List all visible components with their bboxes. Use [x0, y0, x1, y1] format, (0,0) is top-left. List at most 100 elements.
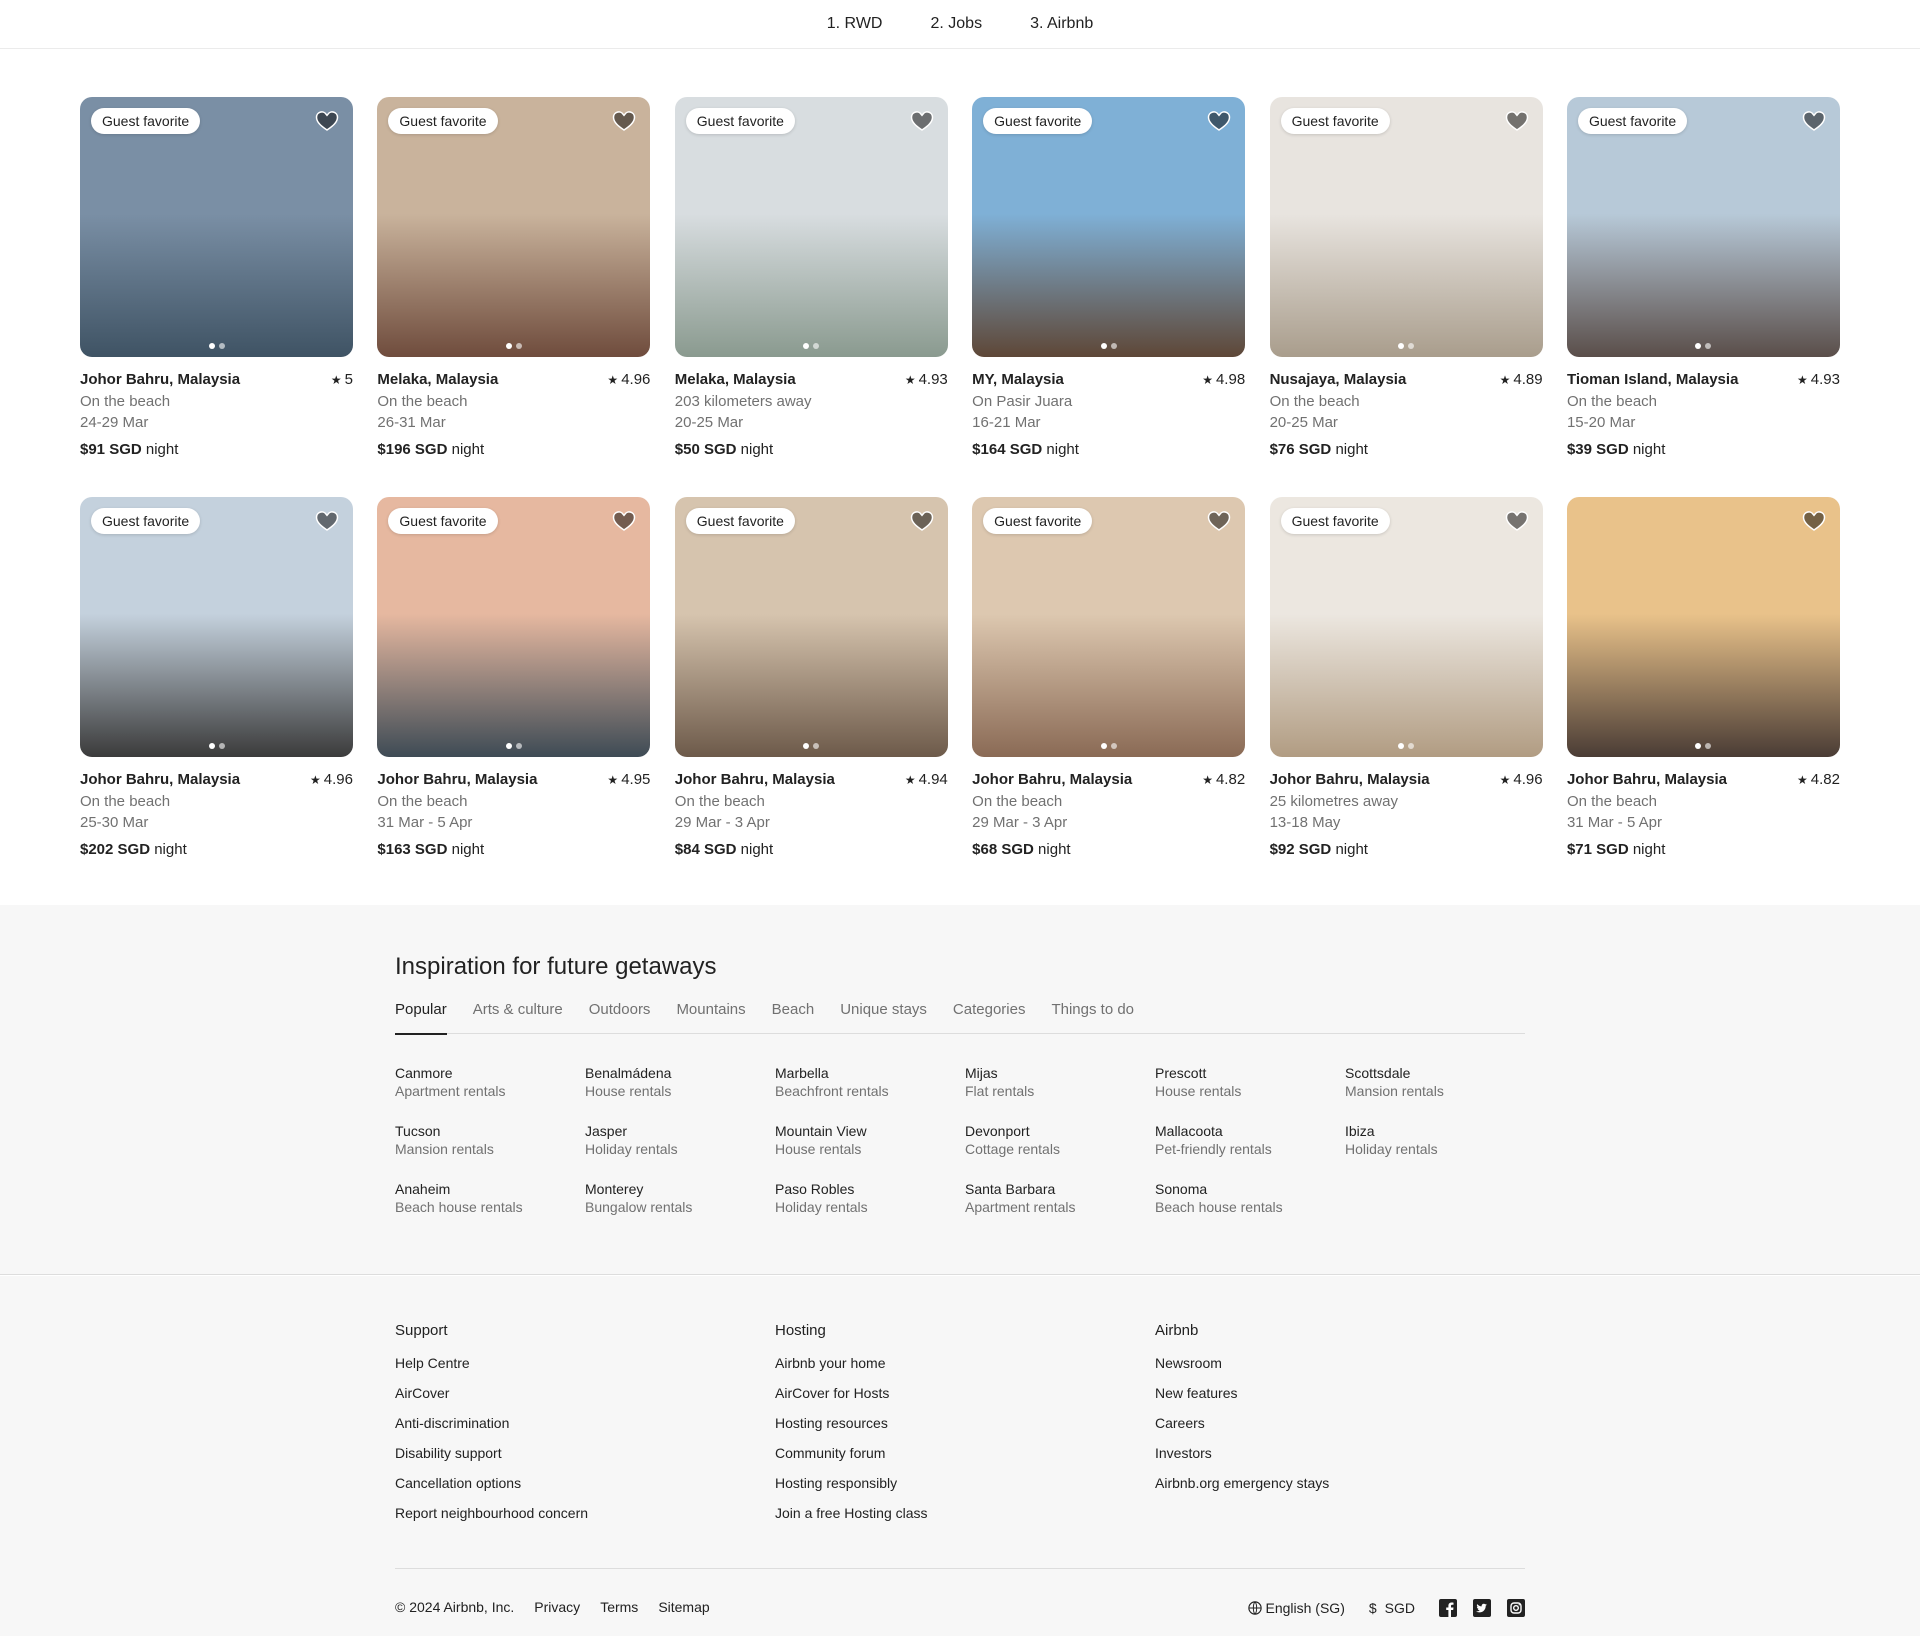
listing-card[interactable]: Guest favorite Melaka, Malaysia ★ 4.93 20…: [674, 97, 948, 497]
nav-link-airbnb[interactable]: 3. Airbnb: [1030, 15, 1093, 33]
destination-link[interactable]: Scottsdale Mansion rentals: [1345, 1064, 1535, 1100]
destination-link[interactable]: Canmore Apartment rentals: [395, 1064, 585, 1100]
facebook-icon[interactable]: [1439, 1599, 1457, 1617]
listing-card[interactable]: Guest favorite Nusajaya, Malaysia ★ 4.89 …: [1269, 97, 1543, 497]
listing-card[interactable]: Guest favorite Johor Bahru, Malaysia ★ 4.…: [80, 497, 353, 897]
heart-icon[interactable]: [315, 109, 339, 133]
sitemap-link[interactable]: Sitemap: [658, 1599, 709, 1617]
listing-photo[interactable]: Guest favorite: [377, 97, 651, 357]
heart-icon[interactable]: [1505, 509, 1529, 533]
tab-mountains[interactable]: Mountains: [676, 1001, 745, 1033]
heart-icon[interactable]: [612, 109, 636, 133]
heart-icon[interactable]: [910, 109, 934, 133]
destination-link[interactable]: Tucson Mansion rentals: [395, 1122, 585, 1158]
footer-link[interactable]: Community forum: [775, 1438, 1155, 1468]
star-icon: ★: [1202, 773, 1213, 787]
footer-link[interactable]: Disability support: [395, 1438, 775, 1468]
destination-link[interactable]: Devonport Cottage rentals: [965, 1122, 1155, 1158]
heart-icon[interactable]: [1505, 109, 1529, 133]
listing-card[interactable]: Guest favorite Johor Bahru, Malaysia ★ 4.…: [972, 497, 1246, 897]
inspiration-tabs: Popular Arts & culture Outdoors Mountains Be…: [395, 1001, 1525, 1035]
footer-link[interactable]: AirCover for Hosts: [775, 1378, 1155, 1408]
destination-link[interactable]: Prescott House rentals: [1155, 1064, 1345, 1100]
heart-icon[interactable]: [1802, 509, 1826, 533]
currency-selector[interactable]: $ SGD: [1369, 1600, 1415, 1616]
listing-photo[interactable]: Guest favorite: [972, 97, 1246, 357]
destination-link[interactable]: Marbella Beachfront rentals: [775, 1064, 965, 1100]
listing-photo[interactable]: Guest favorite: [1269, 497, 1543, 757]
pager-dot: [1100, 343, 1107, 349]
footer-link[interactable]: Help Centre: [395, 1348, 775, 1378]
footer-link[interactable]: Investors: [1155, 1438, 1525, 1468]
listing-photo[interactable]: Guest favorite: [377, 497, 651, 757]
footer-link[interactable]: Cancellation options: [395, 1468, 775, 1498]
destination-link[interactable]: Mijas Flat rentals: [965, 1064, 1155, 1100]
listing-card[interactable]: Guest favorite Johor Bahru, Malaysia ★ 5 …: [80, 97, 353, 497]
listing-photo[interactable]: Guest favorite: [972, 497, 1246, 757]
destination-link[interactable]: Santa Barbara Apartment rentals: [965, 1180, 1155, 1216]
destination-link[interactable]: Monterey Bungalow rentals: [585, 1180, 775, 1216]
footer-link[interactable]: Hosting resources: [775, 1408, 1155, 1438]
heart-icon[interactable]: [315, 509, 339, 533]
price-amount: $92 SGD: [1269, 841, 1332, 858]
heart-icon[interactable]: [1207, 509, 1231, 533]
tab-popular[interactable]: Popular: [395, 1001, 447, 1035]
nav-link-jobs[interactable]: 2. Jobs: [930, 15, 982, 33]
heart-icon[interactable]: [612, 509, 636, 533]
listing-photo[interactable]: Guest favorite: [1269, 97, 1543, 357]
heart-icon[interactable]: [910, 509, 934, 533]
listing-card[interactable]: Guest favorite Tioman Island, Malaysia ★…: [1566, 97, 1840, 497]
destination-link[interactable]: Sonoma Beach house rentals: [1155, 1180, 1345, 1216]
listing-dates: 31 Mar - 5 Apr: [1566, 814, 1662, 831]
footer-link[interactable]: New features: [1155, 1378, 1525, 1408]
destination-link[interactable]: Ibiza Holiday rentals: [1345, 1122, 1535, 1158]
listing-photo[interactable]: Guest favorite: [80, 497, 353, 757]
tab-arts-culture[interactable]: Arts & culture: [473, 1001, 563, 1033]
terms-link[interactable]: Terms: [600, 1599, 638, 1617]
destination-link[interactable]: Benalmádena House rentals: [585, 1064, 775, 1100]
destination-link[interactable]: Anaheim Beach house rentals: [395, 1180, 585, 1216]
copyright: © 2024 Airbnb, Inc.: [395, 1599, 515, 1615]
inspiration-title: Inspiration for future getaways: [395, 953, 717, 980]
footer-link[interactable]: AirCover: [395, 1378, 775, 1408]
twitter-icon[interactable]: [1473, 1599, 1491, 1617]
destination-link[interactable]: Mallacoota Pet-friendly rentals: [1155, 1122, 1345, 1158]
listing-dates: 16-21 Mar: [972, 414, 1041, 431]
tab-unique-stays[interactable]: Unique stays: [840, 1001, 927, 1033]
heart-icon[interactable]: [1207, 109, 1231, 133]
listing-card[interactable]: Guest favorite Johor Bahru, Malaysia ★ 4.…: [1269, 497, 1543, 897]
pager-dot: [1705, 343, 1712, 349]
listing-card[interactable]: Guest favorite Johor Bahru, Malaysia ★ 4.…: [377, 497, 651, 897]
destination-link[interactable]: Mountain View House rentals: [775, 1122, 965, 1158]
privacy-link[interactable]: Privacy: [534, 1599, 580, 1617]
listing-photo[interactable]: Guest favorite: [80, 97, 353, 357]
footer-link[interactable]: Airbnb your home: [775, 1348, 1155, 1378]
price-unit: night: [740, 841, 774, 858]
instagram-icon[interactable]: [1507, 1599, 1525, 1617]
listing-card[interactable]: Guest favorite Melaka, Malaysia ★ 4.96 On…: [377, 97, 651, 497]
guest-favorite-badge: Guest favorite: [388, 508, 498, 534]
tab-beach[interactable]: Beach: [772, 1001, 815, 1033]
listing-photo[interactable]: Guest favorite: [674, 497, 948, 757]
footer-link[interactable]: Newsroom: [1155, 1348, 1525, 1378]
listing-photo[interactable]: [1566, 497, 1840, 757]
footer-link[interactable]: Airbnb.org emergency stays: [1155, 1468, 1525, 1498]
listing-photo[interactable]: Guest favorite: [674, 97, 948, 357]
listing-card[interactable]: Guest favorite Johor Bahru, Malaysia ★ 4.…: [674, 497, 948, 897]
destination-link[interactable]: Jasper Holiday rentals: [585, 1122, 775, 1158]
destination-link[interactable]: Paso Robles Holiday rentals: [775, 1180, 965, 1216]
tab-outdoors[interactable]: Outdoors: [589, 1001, 651, 1033]
footer-link[interactable]: Report neighbourhood concern: [395, 1498, 775, 1528]
tab-categories[interactable]: Categories: [953, 1001, 1026, 1033]
listing-card[interactable]: Guest favorite MY, Malaysia ★ 4.98 On Pas…: [972, 97, 1246, 497]
listing-card[interactable]: Johor Bahru, Malaysia ★ 4.82 On the beach…: [1566, 497, 1840, 897]
heart-icon[interactable]: [1802, 109, 1826, 133]
footer-link[interactable]: Careers: [1155, 1408, 1525, 1438]
language-selector[interactable]: English (SG): [1247, 1600, 1345, 1616]
tab-things-to-do[interactable]: Things to do: [1051, 1001, 1134, 1033]
footer-link[interactable]: Hosting responsibly: [775, 1468, 1155, 1498]
nav-link-rwd[interactable]: 1. RWD: [827, 15, 883, 33]
footer-link[interactable]: Join a free Hosting class: [775, 1498, 1155, 1528]
footer-link[interactable]: Anti-discrimination: [395, 1408, 775, 1438]
listing-photo[interactable]: Guest favorite: [1566, 97, 1840, 357]
